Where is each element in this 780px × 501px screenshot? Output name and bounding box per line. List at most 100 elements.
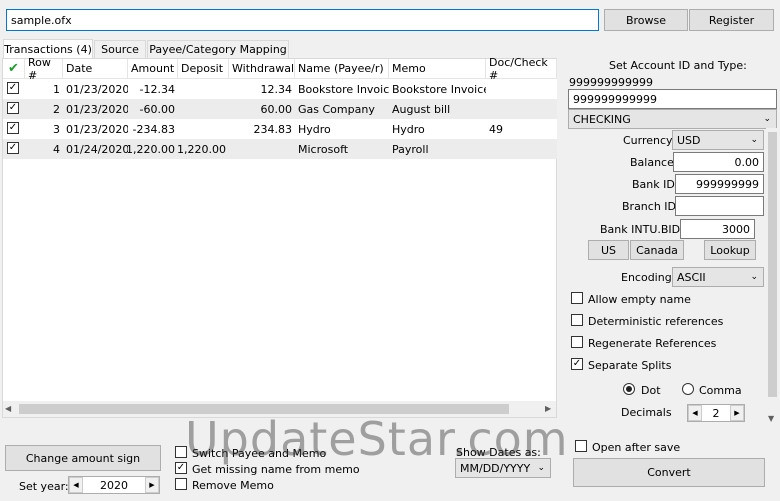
row-checkbox[interactable]: ✓: [7, 142, 19, 154]
regenerate-checkbox[interactable]: [571, 336, 583, 348]
cell-name: Hydro: [298, 122, 331, 136]
cell-row: 2: [53, 102, 60, 116]
get-missing-checkbox[interactable]: ✓: [175, 462, 187, 474]
intu-input[interactable]: 3000: [680, 219, 755, 239]
scroll-thumb[interactable]: [768, 132, 777, 397]
col-header-withdrawal[interactable]: Withdrawal: [229, 59, 295, 79]
cell-row: 3: [53, 122, 60, 136]
separate-splits-checkbox[interactable]: ✓: [571, 358, 583, 370]
chevron-down-icon: ⌄: [537, 463, 545, 473]
remove-memo-checkbox[interactable]: [175, 478, 187, 490]
table-row[interactable]: ✓ 2 01/23/2020 -60.00 60.00 Gas Company …: [3, 99, 557, 119]
tab-source[interactable]: Source: [94, 40, 146, 58]
col-header-amount[interactable]: Amount: [128, 59, 178, 79]
balance-input[interactable]: 0.00: [673, 152, 764, 172]
date-format-select[interactable]: MM/DD/YYYY ⌄: [455, 458, 551, 478]
col-header-doc[interactable]: Doc/Check #: [486, 56, 557, 82]
change-sign-button[interactable]: Change amount sign: [5, 445, 161, 471]
currency-select[interactable]: USD ⌄: [672, 130, 764, 150]
table-row[interactable]: ✓ 1 01/23/2020 -12.34 12.34 Bookstore In…: [3, 79, 557, 99]
dot-radio[interactable]: [623, 383, 635, 395]
deterministic-checkbox[interactable]: [571, 314, 583, 326]
scroll-down-icon[interactable]: ▼: [768, 414, 774, 423]
vertical-scrollbar[interactable]: ▼: [766, 128, 779, 428]
lookup-button[interactable]: Lookup: [704, 240, 756, 260]
col-header-date[interactable]: Date: [63, 59, 128, 79]
cell-withdrawal: [229, 139, 295, 159]
separate-splits-label[interactable]: Separate Splits: [588, 359, 671, 372]
encoding-select[interactable]: ASCII ⌄: [672, 267, 764, 287]
account-id-display: 999999999999: [569, 76, 653, 89]
switch-payee-label[interactable]: Switch Payee and Memo: [192, 447, 326, 460]
register-button[interactable]: Register: [689, 9, 774, 31]
convert-button[interactable]: Convert: [573, 458, 765, 487]
balance-label: Balance:: [630, 156, 678, 169]
cell-doc: [486, 79, 557, 99]
switch-payee-checkbox[interactable]: [175, 446, 187, 458]
cell-date: 01/23/2020: [66, 102, 128, 116]
get-missing-label[interactable]: Get missing name from memo: [192, 463, 360, 476]
browse-button[interactable]: Browse: [604, 9, 688, 31]
col-header-deposit[interactable]: Deposit: [178, 59, 229, 79]
year-value: 2020: [100, 478, 128, 492]
row-checkbox[interactable]: ✓: [7, 102, 19, 114]
date-format-value: MM/DD/YYYY: [460, 461, 531, 475]
row-checkbox[interactable]: ✓: [7, 82, 19, 94]
account-title: Set Account ID and Type:: [609, 59, 747, 72]
decrement-icon[interactable]: ◀: [688, 405, 702, 421]
cell-amount: -60.00: [139, 102, 175, 116]
tab-payee-mapping[interactable]: Payee/Category Mapping: [147, 40, 289, 58]
col-header-row[interactable]: Row #: [25, 56, 63, 82]
account-id-value: 999999999999: [573, 92, 657, 106]
cell-deposit: 1,220.00: [178, 142, 226, 156]
remove-memo-label[interactable]: Remove Memo: [192, 479, 274, 492]
cell-name: Bookstore Invoice: [298, 82, 389, 96]
deterministic-label[interactable]: Deterministic references: [588, 315, 723, 328]
set-year-label: Set year:: [19, 480, 69, 493]
cell-withdrawal: 60.00: [260, 102, 293, 116]
cell-row: 1: [53, 82, 60, 96]
cell-amount: -234.83: [132, 122, 175, 136]
file-path-text: sample.ofx: [11, 13, 72, 27]
encoding-value: ASCII: [677, 270, 706, 284]
cell-doc: [486, 139, 557, 159]
decimals-stepper[interactable]: ◀ 2 ▶: [687, 404, 745, 422]
increment-icon[interactable]: ▶: [145, 477, 159, 493]
allow-empty-checkbox[interactable]: [571, 292, 583, 304]
row-checkbox[interactable]: ✓: [7, 122, 19, 134]
cell-deposit: [178, 99, 229, 119]
decimals-label: Decimals: [621, 406, 672, 419]
canada-button[interactable]: Canada: [630, 240, 684, 260]
col-header-memo[interactable]: Memo: [389, 59, 486, 79]
dot-label[interactable]: Dot: [641, 384, 661, 397]
col-header-name[interactable]: Name (Payee/r): [295, 59, 389, 79]
cell-date: 01/23/2020: [66, 82, 128, 96]
decrement-icon[interactable]: ◀: [69, 477, 83, 493]
comma-radio[interactable]: [682, 383, 694, 395]
horizontal-scrollbar[interactable]: ◀ ▶: [3, 401, 556, 417]
account-id-input[interactable]: 999999999999: [568, 89, 777, 109]
open-after-save-label[interactable]: Open after save: [592, 441, 680, 454]
scroll-right-icon[interactable]: ▶: [545, 404, 551, 413]
account-type-select[interactable]: CHECKING ⌄: [568, 109, 777, 129]
table-row[interactable]: ✓ 3 01/23/2020 -234.83 234.83 Hydro Hydr…: [3, 119, 557, 139]
year-stepper[interactable]: ◀ 2020 ▶: [68, 476, 160, 494]
cell-name: Gas Company: [298, 102, 375, 116]
comma-label[interactable]: Comma: [699, 384, 742, 397]
select-all-header[interactable]: ✔: [3, 59, 25, 79]
us-button[interactable]: US: [588, 240, 629, 260]
open-after-save-checkbox[interactable]: [575, 440, 587, 452]
bank-id-input[interactable]: 999999999: [675, 174, 764, 194]
table-row[interactable]: ✓ 4 01/24/2020 1,220.00 1,220.00 Microso…: [3, 139, 557, 159]
cell-doc: 49: [489, 122, 503, 136]
cell-date: 01/23/2020: [66, 122, 128, 136]
cell-withdrawal: 12.34: [260, 82, 293, 96]
file-path-input[interactable]: sample.ofx: [6, 9, 599, 31]
scroll-thumb[interactable]: [19, 404, 509, 414]
regenerate-label[interactable]: Regenerate References: [588, 337, 716, 350]
scroll-left-icon[interactable]: ◀: [5, 404, 11, 413]
branch-id-input[interactable]: [675, 196, 764, 216]
transactions-grid[interactable]: ✔ Row # Date Amount Deposit Withdrawal N…: [2, 56, 557, 418]
increment-icon[interactable]: ▶: [730, 405, 744, 421]
allow-empty-label[interactable]: Allow empty name: [588, 293, 691, 306]
